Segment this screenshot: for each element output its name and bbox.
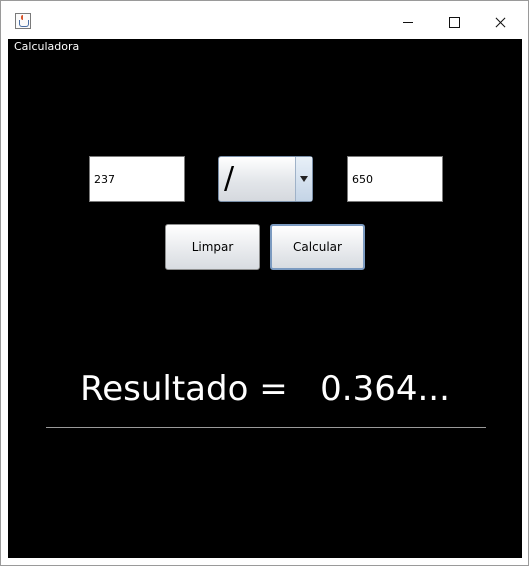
- title-bar[interactable]: [1, 1, 528, 39]
- operator-value: /: [224, 161, 235, 196]
- calculator-panel: Calculadora / Limpar Calcular Resultado …: [8, 39, 522, 558]
- chevron-down-icon[interactable]: [295, 157, 312, 201]
- operator-select[interactable]: /: [218, 156, 313, 202]
- operand-b-field[interactable]: [347, 156, 443, 202]
- result-value: 0.364...: [320, 369, 450, 409]
- operand-a-field[interactable]: [89, 156, 185, 202]
- maximize-icon[interactable]: [431, 1, 477, 39]
- minimize-icon[interactable]: [385, 1, 431, 39]
- calculate-button[interactable]: Calcular: [270, 224, 365, 270]
- app-window: Calculadora / Limpar Calcular Resultado …: [0, 0, 529, 566]
- java-cup-icon[interactable]: [15, 13, 31, 29]
- clear-button[interactable]: Limpar: [165, 224, 260, 270]
- form-title: Calculadora: [14, 40, 80, 53]
- result-label: Resultado =: [80, 369, 288, 409]
- result-divider: [46, 427, 486, 428]
- close-icon[interactable]: [477, 1, 523, 39]
- result-display: Resultado = 0.364...: [8, 369, 522, 409]
